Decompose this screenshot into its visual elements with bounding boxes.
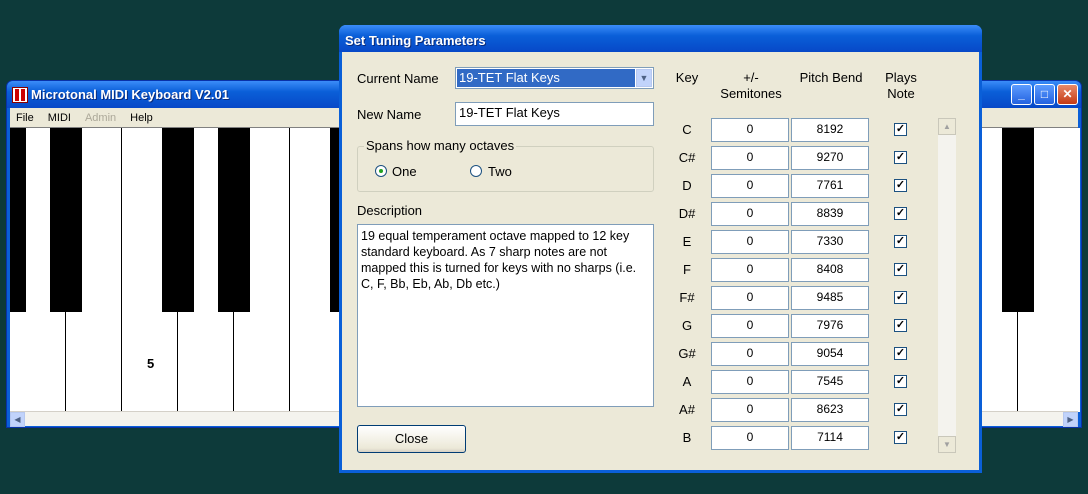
pitch-bend-input[interactable]: 9054 — [791, 342, 869, 366]
plays-note-checkbox[interactable]: ✓ — [894, 291, 907, 304]
pitch-bend-input[interactable]: 8192 — [791, 118, 869, 142]
pitch-bend-input[interactable]: 8623 — [791, 398, 869, 422]
octaves-group-label: Spans how many octaves — [364, 138, 517, 153]
dropdown-arrow-icon[interactable]: ▼ — [636, 69, 652, 87]
current-name-label: Current Name — [357, 71, 439, 86]
new-name-label: New Name — [357, 107, 422, 122]
scroll-up-icon[interactable]: ▲ — [938, 118, 956, 135]
black-key[interactable] — [50, 128, 82, 312]
plays-note-checkbox[interactable]: ✓ — [894, 263, 907, 276]
description-label: Description — [357, 203, 423, 218]
new-name-input[interactable]: 19-TET Flat Keys — [455, 102, 654, 126]
black-key[interactable] — [218, 128, 250, 312]
note-key-label: C# — [678, 150, 696, 165]
semitones-header-2: Semitones — [720, 86, 782, 101]
scroll-down-icon[interactable]: ▼ — [938, 436, 956, 453]
radio-one[interactable] — [375, 165, 387, 177]
plays-note-checkbox[interactable]: ✓ — [894, 235, 907, 248]
plays-note-checkbox[interactable]: ✓ — [894, 347, 907, 360]
pitch-bend-input[interactable]: 9485 — [791, 286, 869, 310]
semitones-input[interactable]: 0 — [711, 146, 789, 170]
semitones-input[interactable]: 0 — [711, 202, 789, 226]
plays-note-checkbox[interactable]: ✓ — [894, 151, 907, 164]
plays-note-checkbox[interactable]: ✓ — [894, 375, 907, 388]
note-key-label: B — [682, 430, 692, 445]
pitch-bend-input[interactable]: 7761 — [791, 174, 869, 198]
pitch-bend-input[interactable]: 7114 — [791, 426, 869, 450]
tuning-dialog: Set Tuning Parameters Current Name 19-TE… — [339, 25, 982, 473]
plays-note-checkbox[interactable]: ✓ — [894, 179, 907, 192]
semitones-input[interactable]: 0 — [711, 398, 789, 422]
current-name-select[interactable]: 19-TET Flat Keys ▼ — [455, 67, 654, 89]
semitones-input[interactable]: 0 — [711, 314, 789, 338]
pitch-bend-input[interactable]: 8408 — [791, 258, 869, 282]
dialog-title: Set Tuning Parameters — [345, 33, 486, 48]
semitones-input[interactable]: 0 — [711, 286, 789, 310]
note-key-label: A# — [679, 402, 695, 417]
plays-note-checkbox[interactable]: ✓ — [894, 123, 907, 136]
semitones-input[interactable]: 0 — [711, 118, 789, 142]
scroll-right-icon[interactable]: ▶ — [1063, 412, 1078, 427]
plays-note-checkbox[interactable]: ✓ — [894, 319, 907, 332]
plays-note-checkbox[interactable]: ✓ — [894, 207, 907, 220]
semitones-header-1: +/- — [743, 70, 759, 85]
description-textarea[interactable]: 19 equal temperament octave mapped to 12… — [357, 224, 654, 407]
note-key-label: A — [682, 374, 692, 389]
current-name-value: 19-TET Flat Keys — [457, 69, 635, 87]
menu-file[interactable]: File — [16, 112, 34, 124]
black-key[interactable] — [1002, 128, 1034, 312]
plays-header-1: Plays — [885, 70, 917, 85]
note-key-label: F# — [679, 290, 695, 305]
note-key-label: C — [682, 122, 692, 137]
key-header: Key — [675, 70, 699, 85]
plays-header-2: Note — [887, 86, 915, 101]
pitch-bend-input[interactable]: 7330 — [791, 230, 869, 254]
note-key-label: D# — [678, 206, 696, 221]
maximize-button[interactable]: □ — [1034, 84, 1055, 105]
close-window-button[interactable]: ✕ — [1057, 84, 1078, 105]
semitones-input[interactable]: 0 — [711, 174, 789, 198]
menu-admin: Admin — [84, 111, 117, 124]
main-window-title: Microtonal MIDI Keyboard V2.01 — [31, 87, 229, 102]
radio-two-label[interactable]: Two — [488, 164, 512, 179]
pitch-bend-input[interactable]: 8839 — [791, 202, 869, 226]
minimize-button[interactable]: _ — [1011, 84, 1032, 105]
vertical-scrollbar[interactable]: ▲ ▼ — [938, 118, 956, 453]
close-button[interactable]: Close — [357, 425, 466, 453]
note-key-label: D — [682, 178, 692, 193]
semitones-input[interactable]: 0 — [711, 258, 789, 282]
pitch-bend-header: Pitch Bend — [799, 70, 863, 85]
note-key-label: G — [681, 318, 693, 333]
note-key-label: G# — [678, 346, 696, 361]
semitones-input[interactable]: 0 — [711, 426, 789, 450]
radio-one-label[interactable]: One — [392, 164, 417, 179]
menu-help[interactable]: Help — [130, 112, 153, 124]
pitch-bend-input[interactable]: 7545 — [791, 370, 869, 394]
note-key-label: F — [683, 262, 691, 277]
pitch-bend-input[interactable]: 9270 — [791, 146, 869, 170]
black-key[interactable] — [162, 128, 194, 312]
octaves-group: Spans how many octaves One Two — [357, 138, 654, 192]
plays-note-checkbox[interactable]: ✓ — [894, 403, 907, 416]
semitones-input[interactable]: 0 — [711, 230, 789, 254]
radio-two[interactable] — [470, 165, 482, 177]
app-icon[interactable] — [12, 87, 28, 103]
pitch-bend-input[interactable]: 7976 — [791, 314, 869, 338]
scroll-left-icon[interactable]: ◀ — [10, 412, 25, 427]
plays-note-checkbox[interactable]: ✓ — [894, 431, 907, 444]
note-key-label: E — [682, 234, 692, 249]
semitones-input[interactable]: 0 — [711, 370, 789, 394]
semitones-input[interactable]: 0 — [711, 342, 789, 366]
menu-midi[interactable]: MIDI — [48, 112, 71, 124]
black-key[interactable] — [10, 128, 26, 312]
key-label: 5 — [147, 356, 155, 371]
dialog-title-bar[interactable]: Set Tuning Parameters — [339, 25, 982, 52]
